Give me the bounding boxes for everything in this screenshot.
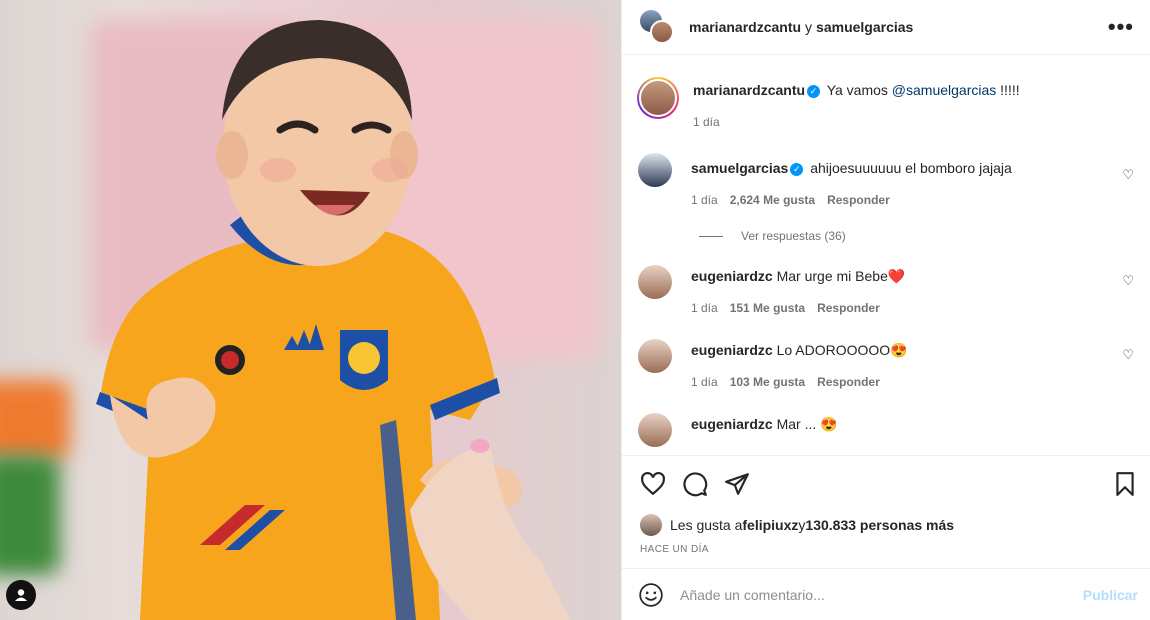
comments-list[interactable]: marianardzcantu ✓ Ya vamos @samuelgarcias… [622, 55, 1150, 455]
avatar[interactable] [638, 153, 672, 187]
comment-time: 1 día [691, 375, 718, 389]
caption-suffix: !!!!! [996, 82, 1020, 98]
tagged-users-button[interactable] [6, 580, 36, 610]
caption: marianardzcantu ✓ Ya vamos @samuelgarcias… [637, 77, 1136, 131]
user-icon [15, 589, 27, 601]
divider-line [699, 235, 723, 237]
comment-likes[interactable]: 151 Me gusta [730, 299, 805, 317]
likes-count[interactable]: 130.833 personas más [805, 517, 954, 533]
view-replies-button[interactable]: Ver respuestas (36) [699, 229, 1136, 243]
post-authors: marianardzcantu y samuelgarcias [689, 19, 1108, 35]
action-bar [622, 455, 1150, 512]
emoji-icon[interactable] [638, 582, 664, 608]
comment-username[interactable]: eugeniardzc [691, 416, 773, 432]
connector-text: y [805, 19, 813, 35]
likes-mid: y [798, 517, 806, 533]
comment-item: eugeniardzc Lo ADOROOOOO😍 1 día 103 Me g… [638, 339, 1136, 391]
reply-button[interactable]: Responder [817, 373, 880, 391]
comment-button[interactable] [680, 469, 710, 499]
avatar[interactable] [638, 339, 672, 373]
comment-username[interactable]: eugeniardzc [691, 268, 773, 284]
avatar [650, 20, 674, 44]
caption-username[interactable]: marianardzcantu [693, 82, 805, 98]
like-button[interactable] [638, 469, 668, 499]
mention-link[interactable]: @samuelgarcias [892, 82, 996, 98]
likes-prefix: Les gusta a [670, 517, 743, 533]
bookmark-icon [1116, 472, 1134, 496]
send-icon [725, 473, 749, 495]
collab-avatars[interactable] [640, 10, 674, 44]
comment-text: Mar ... 😍 [776, 416, 838, 432]
comment-icon [683, 472, 708, 497]
publish-button[interactable]: Publicar [1083, 587, 1138, 603]
author-username[interactable]: marianardzcantu [689, 19, 801, 35]
comment-item: samuelgarcias ✓ ahijoesuuuuuu el bomboro … [638, 153, 1136, 209]
post-photo[interactable] [0, 0, 621, 620]
add-comment-bar: Publicar [622, 568, 1150, 620]
like-comment-icon[interactable]: ♡ [1122, 167, 1134, 183]
save-button[interactable] [1110, 469, 1140, 499]
like-comment-icon[interactable]: ♡ [1122, 347, 1134, 363]
reply-button[interactable]: Responder [827, 191, 890, 209]
heart-icon [641, 471, 665, 496]
likes-summary[interactable]: Les gusta a felipiuxz y 130.833 personas… [622, 512, 1150, 538]
comment-username[interactable]: eugeniardzc [691, 342, 773, 358]
post-panel: marianardzcantu y samuelgarcias ••• marian… [621, 0, 1150, 620]
comment-username[interactable]: samuelgarcias [691, 160, 788, 176]
liker-username[interactable]: felipiuxz [742, 517, 798, 533]
comment-likes[interactable]: 2,624 Me gusta [730, 191, 815, 209]
avatar[interactable] [638, 413, 672, 447]
comment-input[interactable] [680, 586, 1083, 603]
more-options-icon[interactable]: ••• [1108, 16, 1134, 38]
comment-item-partial: eugeniardzc Mar ... 😍 [638, 413, 1136, 447]
caption-time: 1 día [693, 115, 720, 129]
post-time: HACE UN DÍA [640, 544, 709, 555]
comment-item: eugeniardzc Mar urge mi Bebe❤️ 1 día 151… [638, 265, 1136, 317]
author-username[interactable]: samuelgarcias [816, 19, 913, 35]
verified-icon: ✓ [807, 85, 821, 98]
baby-illustration [96, 20, 570, 620]
avatar[interactable] [638, 265, 672, 299]
comment-time: 1 día [691, 193, 718, 207]
reply-button[interactable]: Responder [817, 299, 880, 317]
share-button[interactable] [722, 469, 752, 499]
comment-likes[interactable]: 103 Me gusta [730, 373, 805, 391]
post-header: marianardzcantu y samuelgarcias ••• [622, 0, 1150, 55]
comment-time: 1 día [691, 301, 718, 315]
avatar [640, 514, 662, 536]
comment-text: Lo ADOROOOOO😍 [776, 342, 908, 358]
verified-icon: ✓ [790, 163, 804, 176]
like-comment-icon[interactable]: ♡ [1122, 273, 1134, 289]
caption-text: Ya vamos [826, 82, 892, 98]
view-replies-label: Ver respuestas (36) [741, 229, 846, 243]
avatar[interactable] [637, 77, 679, 119]
comment-text: Mar urge mi Bebe❤️ [776, 268, 906, 284]
comment-text: ahijoesuuuuuu el bomboro jajaja [810, 160, 1012, 176]
